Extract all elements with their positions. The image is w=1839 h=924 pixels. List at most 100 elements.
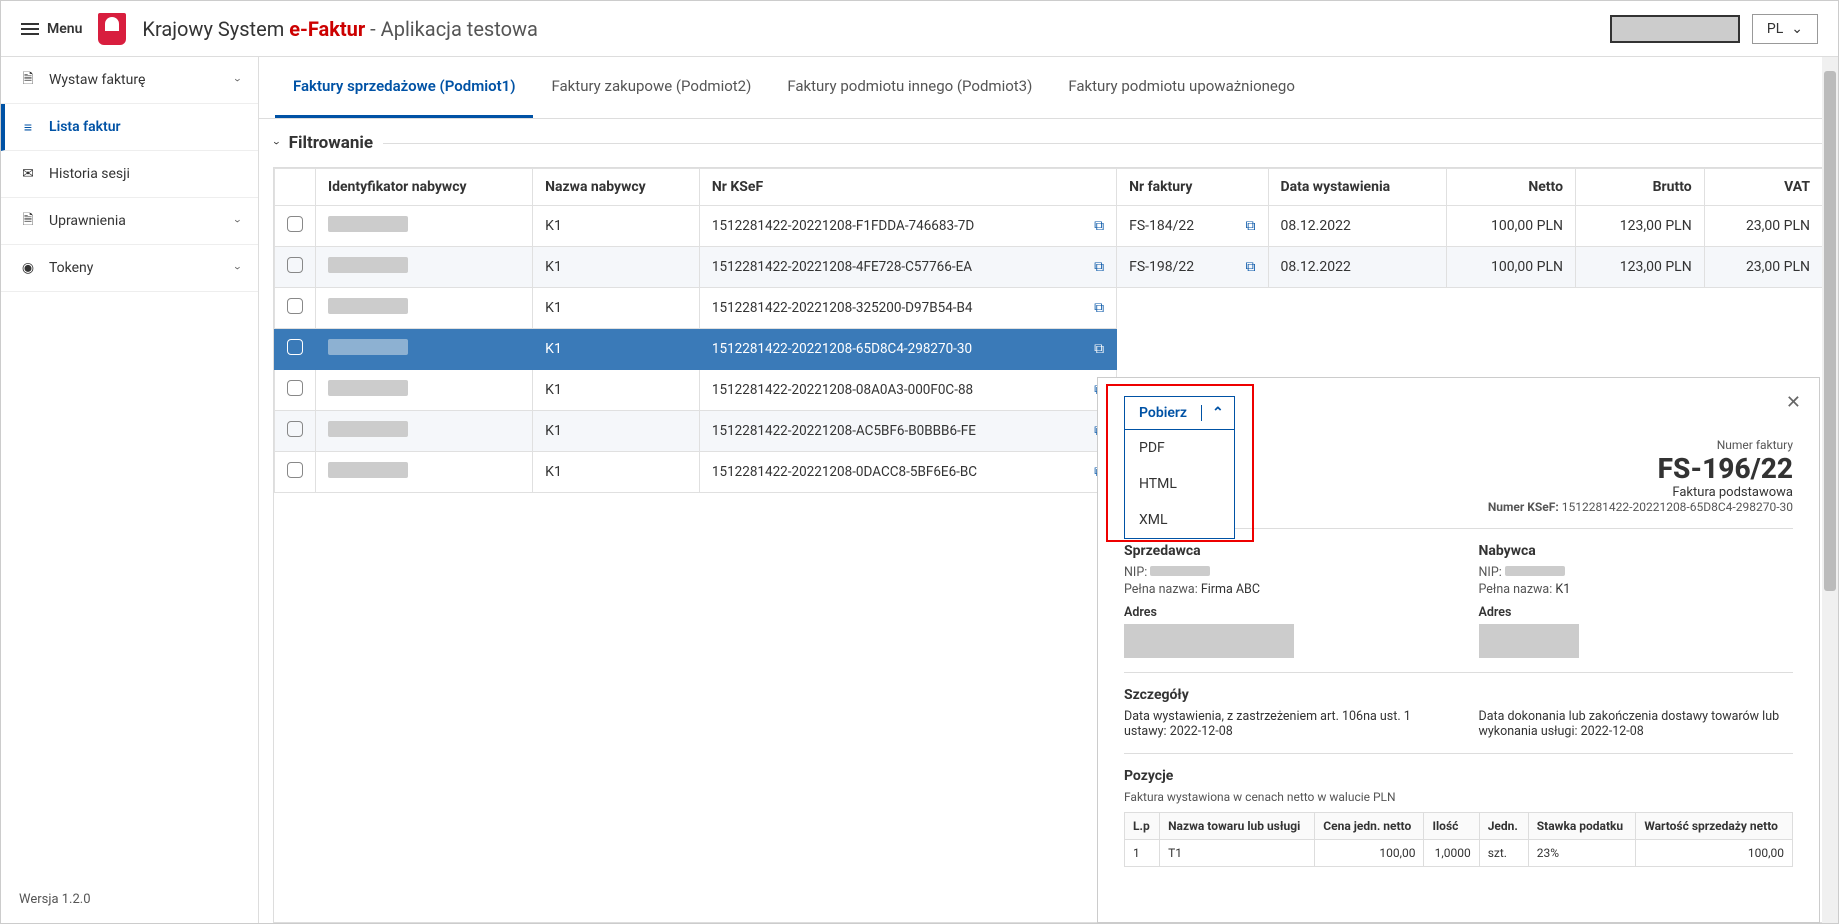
items-table: L.p Nazwa towaru lub usługi Cena jedn. n… — [1124, 812, 1793, 867]
checkbox[interactable] — [287, 298, 303, 314]
menu-button[interactable]: Menu — [21, 21, 82, 37]
download-xml[interactable]: XML — [1125, 502, 1234, 538]
copy-icon[interactable]: ⧉ — [1094, 341, 1104, 357]
checkbox[interactable] — [287, 216, 303, 232]
checkbox[interactable] — [287, 257, 303, 273]
document-icon: 🗎 — [19, 71, 37, 89]
net-amount: 100,00 PLN — [1447, 206, 1576, 247]
copy-icon[interactable]: ⧉ — [1246, 259, 1256, 275]
nav-session-history[interactable]: ✉ Historia sesji — [1, 151, 258, 198]
list-icon: ≡ — [19, 118, 37, 136]
ksef-number: 1512281422-20221208-4FE728-C57766-EA — [712, 259, 1080, 275]
items-section-title: Pozycje — [1124, 768, 1793, 784]
download-dropdown[interactable]: Pobierz ⌃ PDF HTML XML — [1124, 396, 1235, 430]
mail-icon: ✉ — [19, 165, 37, 183]
chevron-down-icon: › — [231, 266, 245, 270]
buyer-name: K1 — [533, 411, 700, 452]
table-row[interactable]: K1 1512281422-20221208-F1FDDA-746683-7D ⧉ F… — [275, 206, 1823, 247]
nav-label: Uprawnienia — [49, 213, 126, 229]
chevron-up-icon: ⌃ — [1201, 405, 1234, 421]
col-buyer-name[interactable]: Nazwa nabywcy — [533, 169, 700, 206]
buyer-name: K1 — [533, 206, 700, 247]
buyer-id-redacted — [328, 462, 408, 478]
col-buyer-id[interactable]: Identyfikator nabywcy — [316, 169, 533, 206]
ksef-number: 1512281422-20221208-325200-D97B54-B4 — [712, 300, 1080, 316]
ksef-number: 1512281422-20221208-F1FDDA-746683-7D — [712, 218, 1080, 234]
chevron-down-icon: › — [231, 78, 245, 82]
download-html[interactable]: HTML — [1125, 466, 1234, 502]
table-row[interactable]: K11512281422-20221208-325200-D97B54-B4⧉ — [275, 288, 1823, 329]
hamburger-icon — [21, 23, 39, 35]
nav-label: Wystaw fakturę — [49, 72, 145, 88]
language-selector[interactable]: PL ⌄ — [1752, 14, 1818, 44]
item-row: 1 T1 100,00 1,0000 szt. 23% 100,00 — [1125, 840, 1793, 867]
checkbox[interactable] — [287, 339, 303, 355]
disc-icon: ◉ — [19, 259, 37, 277]
ksef-number: 1512281422-20221208-0DACC8-5BF6E6-BC — [712, 464, 1080, 480]
col-vat[interactable]: VAT — [1704, 169, 1822, 206]
chevron-down-icon: › — [270, 141, 284, 145]
app-header: Menu Krajowy System e-Faktur - Aplikacja… — [1, 1, 1838, 57]
app-title: Krajowy System e-Faktur - Aplikacja test… — [142, 17, 538, 41]
tab-other-entity[interactable]: Faktury podmiotu innego (Podmiot3) — [769, 57, 1050, 118]
ksef-number: 1512281422-20221208-08A0A3-000F0C-88 — [712, 382, 1080, 398]
download-menu: PDF HTML XML — [1124, 430, 1235, 539]
table-row[interactable]: K1 1512281422-20221208-65D8C4-298270-30 ⧉ — [275, 329, 1823, 370]
tab-purchase[interactable]: Faktury zakupowe (Podmiot2) — [533, 57, 769, 118]
invoice-details-panel: ✕ Pobierz ⌃ PDF HTML XML — [1097, 377, 1820, 923]
nav-issue-invoice[interactable]: 🗎 Wystaw fakturę › — [1, 57, 258, 104]
buyer-title: Nabywca — [1479, 543, 1794, 559]
ksef-number: 1512281422-20221208-AC5BF6-B0BBB6-FE — [712, 423, 1080, 439]
buyer-id-redacted — [328, 421, 408, 437]
buyer-name: K1 — [533, 452, 700, 493]
file-icon: 🗎 — [19, 212, 37, 230]
buyer-name: K1 — [533, 370, 700, 411]
nav-label: Tokeny — [49, 260, 93, 276]
nav-label: Lista faktur — [49, 119, 121, 135]
nav-tokens[interactable]: ◉ Tokeny › — [1, 245, 258, 292]
buyer-id-redacted — [328, 298, 408, 314]
nav-invoice-list[interactable]: ≡ Lista faktur — [1, 104, 258, 151]
tab-authorized[interactable]: Faktury podmiotu upoważnionego — [1050, 57, 1313, 118]
col-invoice-no[interactable]: Nr faktury — [1117, 169, 1268, 206]
main-content: Faktury sprzedażowe (Podmiot1) Faktury z… — [259, 57, 1838, 923]
filter-label: Filtrowanie — [289, 133, 373, 153]
copy-icon[interactable]: ⧉ — [1094, 300, 1104, 316]
buyer-id-redacted — [328, 257, 408, 273]
issue-date: 08.12.2022 — [1268, 247, 1447, 288]
col-net[interactable]: Netto — [1447, 169, 1576, 206]
seller-address-label: Adres — [1124, 605, 1439, 620]
copy-icon[interactable]: ⧉ — [1246, 218, 1256, 234]
ksef-number: 1512281422-20221208-65D8C4-298270-30 — [712, 341, 1080, 357]
download-pdf[interactable]: PDF — [1125, 430, 1234, 466]
copy-icon[interactable]: ⧉ — [1094, 259, 1104, 275]
nav-permissions[interactable]: 🗎 Uprawnienia › — [1, 198, 258, 245]
col-issue-date[interactable]: Data wystawienia — [1268, 169, 1447, 206]
filter-section-toggle[interactable]: › Filtrowanie — [259, 119, 1838, 167]
col-gross[interactable]: Brutto — [1575, 169, 1704, 206]
buyer-id-redacted — [328, 380, 408, 396]
sidebar: 🗎 Wystaw fakturę › ≡ Lista faktur ✉ Hist… — [1, 57, 259, 923]
invoice-tabs: Faktury sprzedażowe (Podmiot1) Faktury z… — [259, 57, 1838, 119]
checkbox[interactable] — [287, 380, 303, 396]
copy-icon[interactable]: ⧉ — [1094, 218, 1104, 234]
net-amount: 100,00 PLN — [1447, 247, 1576, 288]
close-icon[interactable]: ✕ — [1786, 392, 1801, 413]
col-ksef[interactable]: Nr KSeF — [699, 169, 1116, 206]
invoice-no: FS-184/22 — [1129, 218, 1194, 234]
checkbox[interactable] — [287, 462, 303, 478]
buyer-address-label: Adres — [1479, 605, 1794, 620]
chevron-down-icon: ⌄ — [1791, 21, 1803, 37]
version-label: Wersja 1.2.0 — [1, 876, 258, 923]
menu-label: Menu — [47, 21, 82, 37]
details-section-title: Szczegóły — [1124, 687, 1793, 703]
user-badge[interactable] — [1610, 15, 1740, 43]
coat-of-arms-icon — [98, 13, 126, 45]
tab-sales[interactable]: Faktury sprzedażowe (Podmiot1) — [275, 57, 533, 118]
scrollbar[interactable] — [1822, 57, 1838, 923]
chevron-down-icon: › — [231, 219, 245, 223]
buyer-name: K1 — [533, 329, 700, 370]
gross-amount: 123,00 PLN — [1575, 206, 1704, 247]
table-row[interactable]: K11512281422-20221208-4FE728-C57766-EA⧉F… — [275, 247, 1823, 288]
checkbox[interactable] — [287, 421, 303, 437]
